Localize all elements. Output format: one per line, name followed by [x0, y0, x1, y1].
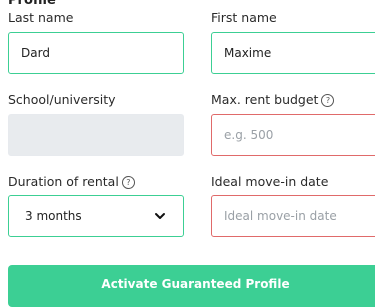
budget-label: Max. rent budget?: [211, 92, 335, 108]
duration-selected-value: 3 months: [25, 209, 82, 223]
section-title: Profile: [8, 0, 56, 8]
duration-select[interactable]: 3 months: [8, 195, 184, 237]
duration-label: Duration of rental?: [8, 174, 135, 190]
last-name-label: Last name: [8, 10, 74, 25]
move-in-label: Ideal move-in date: [211, 174, 329, 189]
duration-label-text: Duration of rental: [8, 174, 119, 189]
activate-profile-button[interactable]: Activate Guaranteed Profile: [8, 265, 375, 307]
first-name-label: First name: [211, 10, 277, 25]
budget-field[interactable]: [211, 114, 375, 156]
question-circle-icon[interactable]: ?: [121, 176, 135, 189]
chevron-down-icon: [155, 213, 165, 219]
school-label: School/university: [8, 92, 116, 107]
last-name-field[interactable]: [8, 32, 184, 74]
activate-profile-label: Activate Guaranteed Profile: [101, 277, 290, 291]
question-circle-icon[interactable]: ?: [321, 94, 335, 107]
move-in-date-field[interactable]: [211, 195, 375, 237]
school-field[interactable]: [8, 114, 184, 156]
budget-label-text: Max. rent budget: [211, 92, 319, 107]
first-name-field[interactable]: [211, 32, 375, 74]
